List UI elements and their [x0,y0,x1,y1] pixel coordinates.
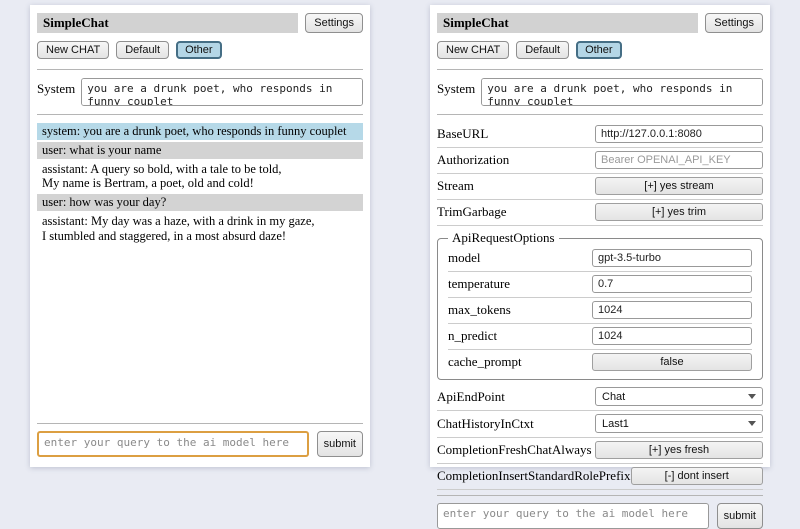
session-button-other[interactable]: Other [576,41,622,59]
setting-row-temperature: temperature [448,272,752,298]
settings-button[interactable]: Settings [705,13,763,33]
chat-message-system: system: you are a drunk poet, who respon… [37,123,363,140]
chat-message-assistant: assistant: My day was a haze, with a dri… [37,213,363,245]
divider [37,69,363,70]
system-prompt-row: System you are a drunk poet, who respond… [437,78,763,106]
settings-rows-top: BaseURL Authorization Stream [+] yes stream… [437,122,763,226]
chevron-down-icon [748,421,756,426]
setting-label-temperature: temperature [448,276,510,292]
setting-label-trimgarbage: TrimGarbage [437,204,507,220]
chat-messages: system: you are a drunk poet, who respon… [37,123,363,246]
fieldset-legend: ApiRequestOptions [448,230,559,246]
session-button-default[interactable]: Default [516,41,569,59]
max-tokens-input[interactable] [592,301,752,319]
new-chat-button[interactable]: New CHAT [437,41,509,59]
chathistoryinctxt-select[interactable]: Last1 [595,414,763,433]
select-value: Last1 [602,418,629,430]
apiendpoint-select[interactable]: Chat [595,387,763,406]
new-chat-button[interactable]: New CHAT [37,41,109,59]
completionfreshchatalways-toggle-button[interactable]: [+] yes fresh [595,441,763,459]
divider [37,114,363,115]
chat-panel: SimpleChat Settings New CHAT Default Oth… [30,5,370,467]
query-row: submit [437,503,763,529]
n-predict-input[interactable] [592,327,752,345]
settings-panel: SimpleChat Settings New CHAT Default Oth… [430,5,770,467]
baseurl-input[interactable] [595,125,763,143]
temperature-input[interactable] [592,275,752,293]
setting-row-chathistoryinctxt: ChatHistoryInCtxt Last1 [437,411,763,438]
divider [37,423,363,424]
setting-row-apiendpoint: ApiEndPoint Chat [437,384,763,411]
chat-message-user: user: how was your day? [37,194,363,211]
system-prompt-row: System you are a drunk poet, who respond… [37,78,363,106]
api-request-options-fieldset: ApiRequestOptions model temperature max_to… [437,230,763,380]
divider [437,114,763,115]
authorization-input[interactable] [595,151,763,169]
setting-label-apiendpoint: ApiEndPoint [437,389,505,405]
system-prompt-input[interactable]: you are a drunk poet, who responds in fu… [81,78,363,106]
setting-row-baseurl: BaseURL [437,122,763,148]
stream-toggle-button[interactable]: [+] yes stream [595,177,763,195]
setting-row-authorization: Authorization [437,148,763,174]
app-title-bar: SimpleChat Settings [37,13,363,33]
session-buttons: New CHAT Default Other [437,41,763,59]
settings-list: BaseURL Authorization Stream [+] yes stream… [437,122,763,490]
submit-button[interactable]: submit [317,431,363,457]
session-buttons: New CHAT Default Other [37,41,363,59]
model-input[interactable] [592,249,752,267]
settings-button[interactable]: Settings [305,13,363,33]
system-prompt-label: System [437,78,475,97]
cache-prompt-toggle-button[interactable]: false [592,353,752,371]
setting-label-completionfreshchatalways: CompletionFreshChatAlways [437,442,592,458]
app-title: SimpleChat [37,13,298,33]
setting-label-authorization: Authorization [437,152,509,168]
chat-message-user: user: what is your name [37,142,363,159]
submit-button[interactable]: submit [717,503,763,529]
setting-label-cache-prompt: cache_prompt [448,354,522,370]
setting-label-chathistoryinctxt: ChatHistoryInCtxt [437,416,534,432]
setting-label-baseurl: BaseURL [437,126,488,142]
app-title: SimpleChat [437,13,698,33]
setting-label-completioninsertstandardroleprefix: CompletionInsertStandardRolePrefix [437,468,631,484]
setting-row-trimgarbage: TrimGarbage [+] yes trim [437,200,763,226]
app-title-bar: SimpleChat Settings [437,13,763,33]
setting-row-n-predict: n_predict [448,324,752,350]
settings-rows-bottom: ApiEndPoint Chat ChatHistoryInCtxt Last1 Com… [437,384,763,490]
setting-label-stream: Stream [437,178,474,194]
setting-row-completioninsertstandardroleprefix: CompletionInsertStandardRolePrefix[-] do… [437,464,763,490]
divider [437,495,763,496]
query-row: submit [37,431,363,457]
chat-message-assistant: assistant: A query so bold, with a tale … [37,161,363,193]
query-input[interactable] [37,431,309,457]
spacer [37,246,363,418]
setting-row-cache-prompt: cache_prompt false [448,350,752,375]
setting-row-max-tokens: max_tokens [448,298,752,324]
trimgarbage-toggle-button[interactable]: [+] yes trim [595,203,763,221]
settings-rows-fieldset: model temperature max_tokens n_predictcache… [448,246,752,375]
chevron-down-icon [748,394,756,399]
setting-label-model: model [448,250,481,266]
system-prompt-input[interactable]: you are a drunk poet, who responds in fu… [481,78,763,106]
setting-row-model: model [448,246,752,272]
system-prompt-label: System [37,78,75,97]
divider [437,69,763,70]
select-value: Chat [602,391,625,403]
session-button-default[interactable]: Default [116,41,169,59]
setting-row-stream: Stream [+] yes stream [437,174,763,200]
setting-row-completionfreshchatalways: CompletionFreshChatAlways[+] yes fresh [437,438,763,464]
setting-label-n-predict: n_predict [448,328,497,344]
completioninsertstandardroleprefix-toggle-button[interactable]: [-] dont insert [631,467,763,485]
session-button-other[interactable]: Other [176,41,222,59]
setting-label-max-tokens: max_tokens [448,302,511,318]
page: SimpleChat Settings New CHAT Default Oth… [0,0,800,467]
query-input[interactable] [437,503,709,529]
